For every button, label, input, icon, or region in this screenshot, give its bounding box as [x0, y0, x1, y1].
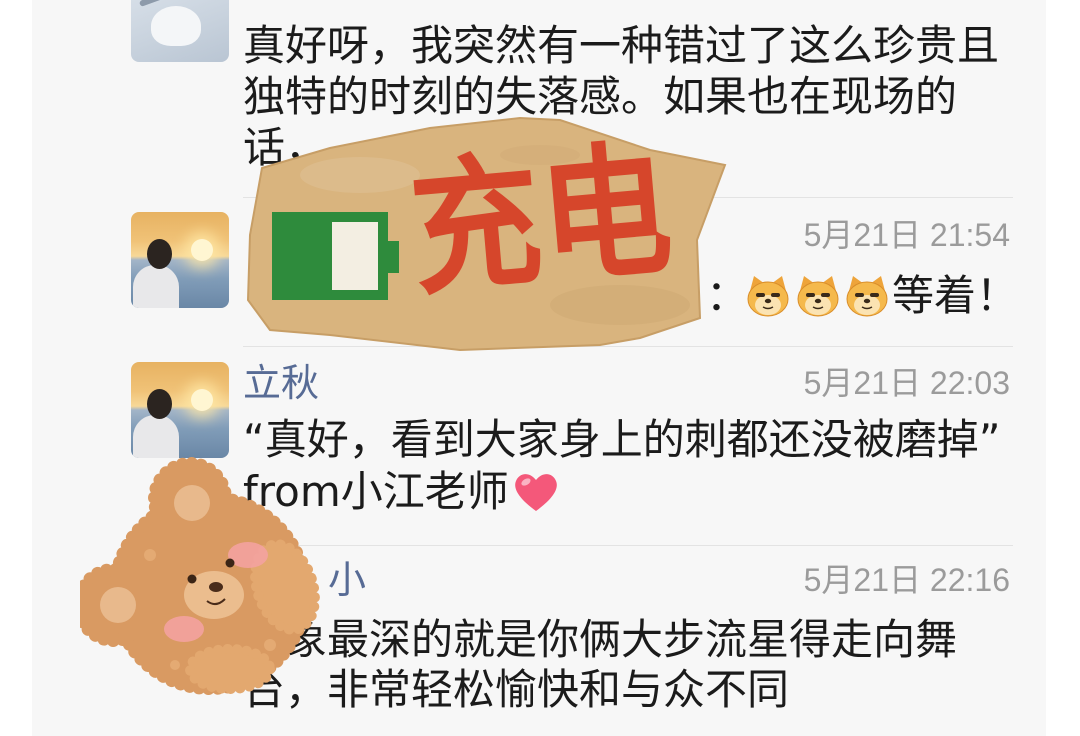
- avatar-person-head: [147, 389, 172, 419]
- divider: [243, 545, 1013, 546]
- heart-emoji-icon: [514, 473, 557, 511]
- charging-sticker: 充电: [240, 115, 730, 360]
- comment-timestamp: 5月21日 22:16: [803, 562, 1010, 598]
- avatar-person-head: [147, 239, 172, 269]
- avatar[interactable]: [131, 362, 229, 458]
- comment-timestamp: 5月21日 21:54: [803, 217, 1010, 253]
- commenter-name[interactable]: 立秋: [243, 361, 319, 405]
- avatar-person-body: [133, 265, 179, 308]
- avatar[interactable]: [131, 0, 229, 62]
- avatar-sun: [191, 239, 213, 261]
- avatar-drawing-stroke: [138, 0, 170, 7]
- comment-text-line: “真好，看到大家身上的刺都还没被磨掉”: [243, 415, 1001, 464]
- avatar-drawing-shape: [151, 6, 201, 46]
- sticker-charging-text: 充电: [403, 124, 678, 317]
- battery-icon: [272, 212, 399, 300]
- comment-timestamp: 5月21日 22:03: [803, 365, 1010, 401]
- doge-emoji-icon: [846, 276, 888, 317]
- avatar[interactable]: [131, 212, 229, 308]
- doge-emoji-icon: [747, 276, 789, 317]
- comment-text-line: 真好呀，我突然有一种错过了这么珍贵且: [243, 21, 1000, 70]
- comment-text-line: 印象最深的就是你俩大步流星得走向舞: [243, 615, 958, 664]
- teddy-bear-icon: [80, 457, 320, 695]
- avatar-sun: [191, 389, 213, 411]
- doge-emoji-icon: [797, 276, 839, 317]
- avatar-person-body: [133, 415, 179, 458]
- comment-text-fragment: 等着！: [892, 271, 1019, 320]
